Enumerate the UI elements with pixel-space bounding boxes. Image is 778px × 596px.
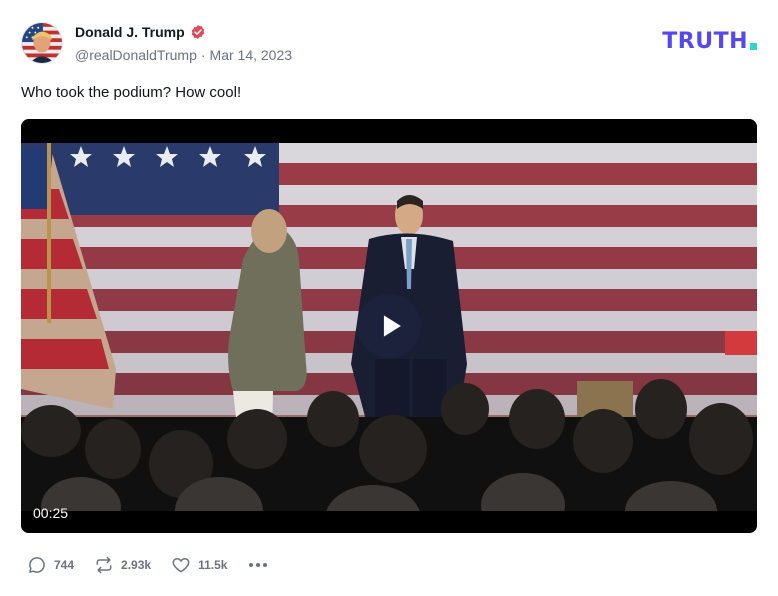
author-block: Donald J. Trump @realDonaldTrump · Mar 14,… <box>75 23 292 63</box>
post-text: Who took the podium? How cool! <box>21 84 242 101</box>
reply-count: 744 <box>54 558 75 572</box>
retruth-count: 2.93k <box>121 558 152 572</box>
video-duration: 00:25 <box>33 505 69 521</box>
post-actions: 744 2.93k 11.5k <box>27 554 269 576</box>
truth-logo[interactable]: TRUTH <box>662 29 757 54</box>
avatar-image <box>22 23 62 63</box>
comment-icon <box>29 557 45 573</box>
post-date[interactable]: Mar 14, 2023 <box>210 47 293 63</box>
video-player[interactable]: 00:25 <box>21 119 757 533</box>
avatar[interactable] <box>21 22 63 64</box>
post-header: Donald J. Trump @realDonaldTrump · Mar 14,… <box>21 20 757 66</box>
author-handle[interactable]: @realDonaldTrump <box>75 47 197 63</box>
play-button[interactable] <box>357 294 421 358</box>
author-display-name[interactable]: Donald J. Trump <box>75 24 185 40</box>
more-dots-icon <box>249 563 254 567</box>
truth-logo-dot <box>750 43 757 50</box>
post-meta: @realDonaldTrump · Mar 14, 2023 <box>75 47 292 63</box>
more-options-button[interactable] <box>247 563 269 567</box>
more-dot <box>256 563 261 567</box>
heart-icon <box>172 558 190 573</box>
play-icon <box>383 315 401 337</box>
reply-button[interactable]: 744 <box>27 555 74 575</box>
verified-badge-icon <box>190 24 206 40</box>
like-count: 11.5k <box>198 558 228 572</box>
truth-post: Donald J. Trump @realDonaldTrump · Mar 14,… <box>0 0 778 596</box>
like-button[interactable]: 11.5k <box>171 555 227 575</box>
name-row: Donald J. Trump <box>75 23 292 41</box>
retruth-button[interactable]: 2.93k <box>94 555 151 575</box>
truth-logo-text: TRUTH <box>662 29 748 54</box>
retruth-icon <box>96 556 112 574</box>
more-dot <box>263 563 268 567</box>
meta-separator: · <box>200 47 206 63</box>
